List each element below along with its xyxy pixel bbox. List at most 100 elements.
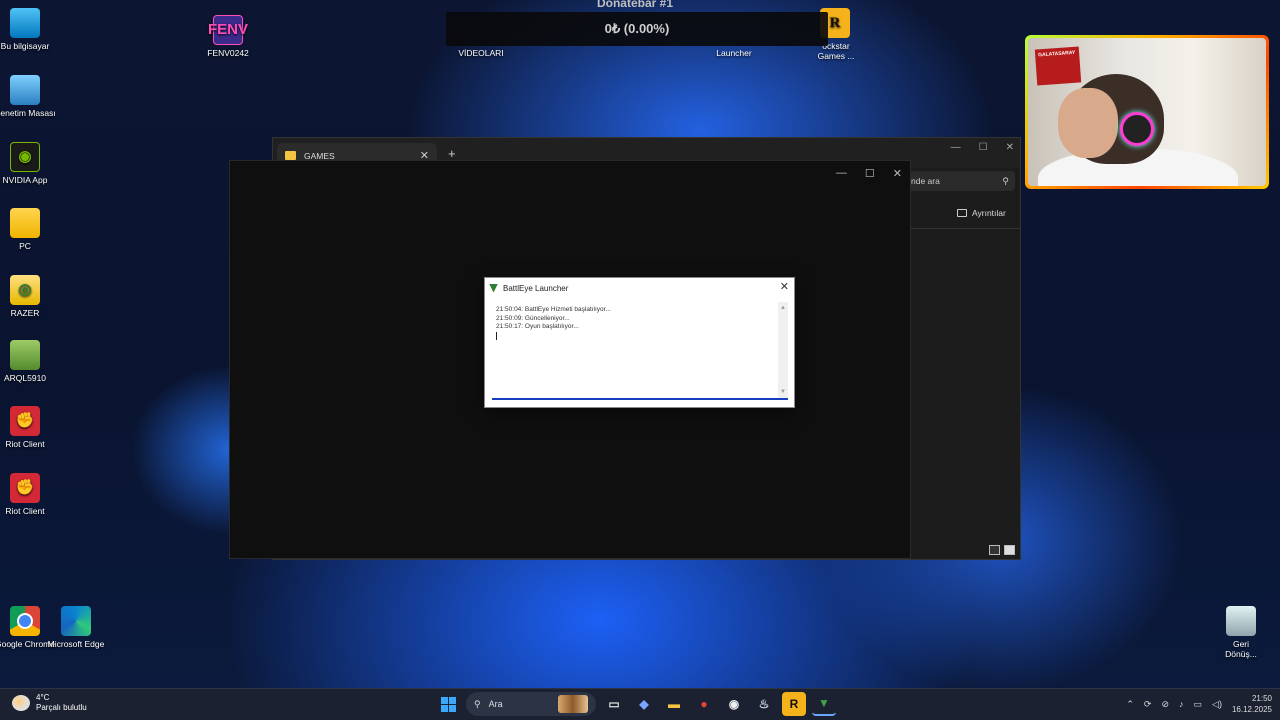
riot-icon: ✊ — [10, 473, 40, 503]
obs-button[interactable]: ◉ — [722, 692, 746, 716]
razer-folder-icon: ◎ — [10, 275, 40, 305]
desktop-icon-this-pc[interactable]: Bu bilgisayar — [0, 8, 60, 51]
search-icon: ⚲ — [474, 698, 481, 709]
control-panel-icon — [10, 75, 40, 105]
copilot-icon: ◆ — [639, 697, 649, 711]
battleye-icon: ▼ — [818, 696, 830, 710]
text-caret — [496, 331, 497, 340]
scroll-up-icon[interactable]: ▲ — [778, 304, 788, 313]
display-icon[interactable]: ▭ — [1194, 699, 1203, 710]
headset-icon — [1120, 112, 1154, 146]
close-button[interactable]: ✕ — [780, 280, 789, 293]
maximize-button[interactable]: ☐ — [865, 167, 875, 180]
desktop-icon-edge[interactable]: Microsoft Edge — [41, 606, 111, 649]
start-button[interactable] — [436, 692, 460, 716]
taskbar-search[interactable]: ⚲ Ara — [466, 692, 596, 716]
webcam-feed: GALATASARAY — [1028, 38, 1266, 186]
nvidia-icon: ◉ — [10, 142, 40, 172]
dialog-title-bar: BattlEye Launcher — [485, 279, 794, 297]
desktop-icon-label: Denetim Masası — [0, 108, 56, 118]
desktop-icon-fenv[interactable]: FENV FENV0242 — [193, 15, 263, 58]
file-explorer-button[interactable]: ▬ — [662, 692, 686, 716]
explorer-search-box[interactable]: nde ara ⚲ — [909, 171, 1015, 191]
donate-bar: 0₺ (0.00%) — [446, 12, 828, 46]
obs-icon: ◉ — [728, 697, 740, 711]
weather-temp: 4°C — [36, 693, 50, 702]
clock[interactable]: 21:50 16.12.2025 — [1232, 693, 1272, 715]
donate-bar-value: 0₺ (0.00%) — [604, 21, 670, 36]
log-line: 21:50:04: BattlEye Hizmeti başlatılıyor.… — [496, 306, 611, 313]
webcam-person-face — [1058, 88, 1118, 158]
scroll-down-icon[interactable]: ▼ — [778, 388, 788, 397]
task-view-icon: ▭ — [608, 697, 620, 711]
riot-icon: ✊ — [10, 406, 40, 436]
details-pane-icon — [957, 209, 967, 217]
chrome-button[interactable]: ● — [692, 692, 716, 716]
battleye-dialog[interactable]: BattlEye Launcher ✕ 21:50:04: BattlEye H… — [484, 277, 795, 408]
desktop-icon-label: RAZER — [10, 308, 40, 318]
system-tray: ⌃ ⟳ ⊘ ♪ ▭ ◁) 21:50 16.12.2025 — [1126, 693, 1272, 715]
desktop-icon-control-panel[interactable]: Denetim Masası — [0, 75, 60, 118]
battleye-logo-icon — [489, 283, 498, 293]
desktop-icon-label: ARQL5910 — [3, 373, 47, 383]
windows-logo-icon — [440, 696, 456, 712]
weather-widget[interactable]: 4°C Parçalı bulutlu — [12, 693, 87, 713]
minimize-button[interactable]: — — [836, 167, 847, 180]
clock-time: 21:50 — [1251, 694, 1272, 703]
desktop-icon-nvidia[interactable]: ◉ NVIDIA App — [0, 142, 60, 185]
desktop-icon-videolari[interactable]: VİDEOLARI — [446, 48, 516, 58]
network-icon[interactable]: ⊘ — [1161, 699, 1169, 710]
search-placeholder: nde ara — [911, 176, 940, 186]
desktop-icon-label: Geri Dönüş... — [1225, 639, 1257, 659]
large-icons-view-icon[interactable] — [1004, 545, 1015, 555]
desktop-icon-label: Riot Client — [5, 439, 45, 449]
window-controls: — ☐ ✕ — [836, 167, 902, 180]
log-line: 21:50:17: Oyun başlatılıyor... — [496, 323, 579, 330]
desktop-icon-riot-client-1[interactable]: ✊ Riot Client — [0, 406, 60, 449]
chrome-icon: ● — [700, 697, 708, 711]
steam-button[interactable]: ♨ — [752, 692, 776, 716]
desktop-icon-launcher[interactable]: Launcher — [699, 48, 769, 58]
search-placeholder: Ara — [488, 699, 503, 709]
close-button[interactable]: ✕ — [893, 167, 902, 180]
sync-icon[interactable]: ⟳ — [1144, 699, 1152, 710]
desktop-icon-label: PC — [19, 241, 31, 251]
desktop-icon-recycle-bin[interactable]: Geri Dönüş... — [1206, 606, 1276, 659]
clock-date: 16.12.2025 — [1231, 705, 1272, 714]
desktop-icon-razer[interactable]: ◎ RAZER — [0, 275, 60, 318]
desktop-icon-pc-folder[interactable]: PC — [0, 208, 60, 251]
desktop-icon-label: FENV0242 — [207, 48, 249, 58]
divider — [911, 228, 1021, 229]
new-tab-button[interactable]: + — [448, 146, 456, 161]
details-view-icon[interactable] — [989, 545, 1000, 555]
battleye-button[interactable]: ▼ — [812, 692, 836, 716]
task-view-button[interactable]: ▭ — [602, 692, 626, 716]
microphone-icon[interactable]: ♪ — [1179, 699, 1184, 709]
video-file-icon: FENV — [208, 15, 248, 45]
desktop-icon-label: Riot Client — [5, 506, 45, 516]
steam-icon: ♨ — [758, 697, 770, 711]
rockstar-button[interactable]: R — [782, 692, 806, 716]
scrollbar[interactable]: ▲ ▼ — [778, 302, 788, 398]
desktop-icon-label: Bu bilgisayar — [0, 41, 50, 51]
window-controls: — ☐ ✕ — [951, 142, 1014, 153]
search-highlight-image — [558, 695, 588, 713]
desktop-icon-image[interactable]: ARQL5910 — [0, 340, 60, 383]
computer-icon — [10, 8, 40, 38]
details-button[interactable]: Ayrıntılar — [957, 208, 1006, 218]
weather-icon — [12, 695, 30, 711]
log-output[interactable]: 21:50:04: BattlEye Hizmeti başlatılıyor.… — [492, 302, 788, 400]
volume-icon[interactable]: ◁) — [1212, 699, 1222, 710]
taskbar-center: ⚲ Ara ▭ ◆ ▬ ● ◉ ♨ R ▼ — [436, 692, 836, 716]
desktop-icon-label: Microsoft Edge — [47, 639, 105, 649]
tab-label: GAMES — [304, 150, 335, 161]
dialog-title: BattlEye Launcher — [503, 283, 569, 293]
maximize-button[interactable]: ☐ — [979, 142, 988, 153]
chevron-up-icon[interactable]: ⌃ — [1126, 699, 1134, 710]
desktop-icon-riot-client-2[interactable]: ✊ Riot Client — [0, 473, 60, 516]
desktop-icon-label: Launcher — [716, 48, 752, 58]
minimize-button[interactable]: — — [951, 142, 961, 153]
copilot-button[interactable]: ◆ — [632, 692, 656, 716]
weather-desc: Parçalı bulutlu — [36, 703, 87, 712]
close-button[interactable]: ✕ — [1006, 142, 1014, 153]
